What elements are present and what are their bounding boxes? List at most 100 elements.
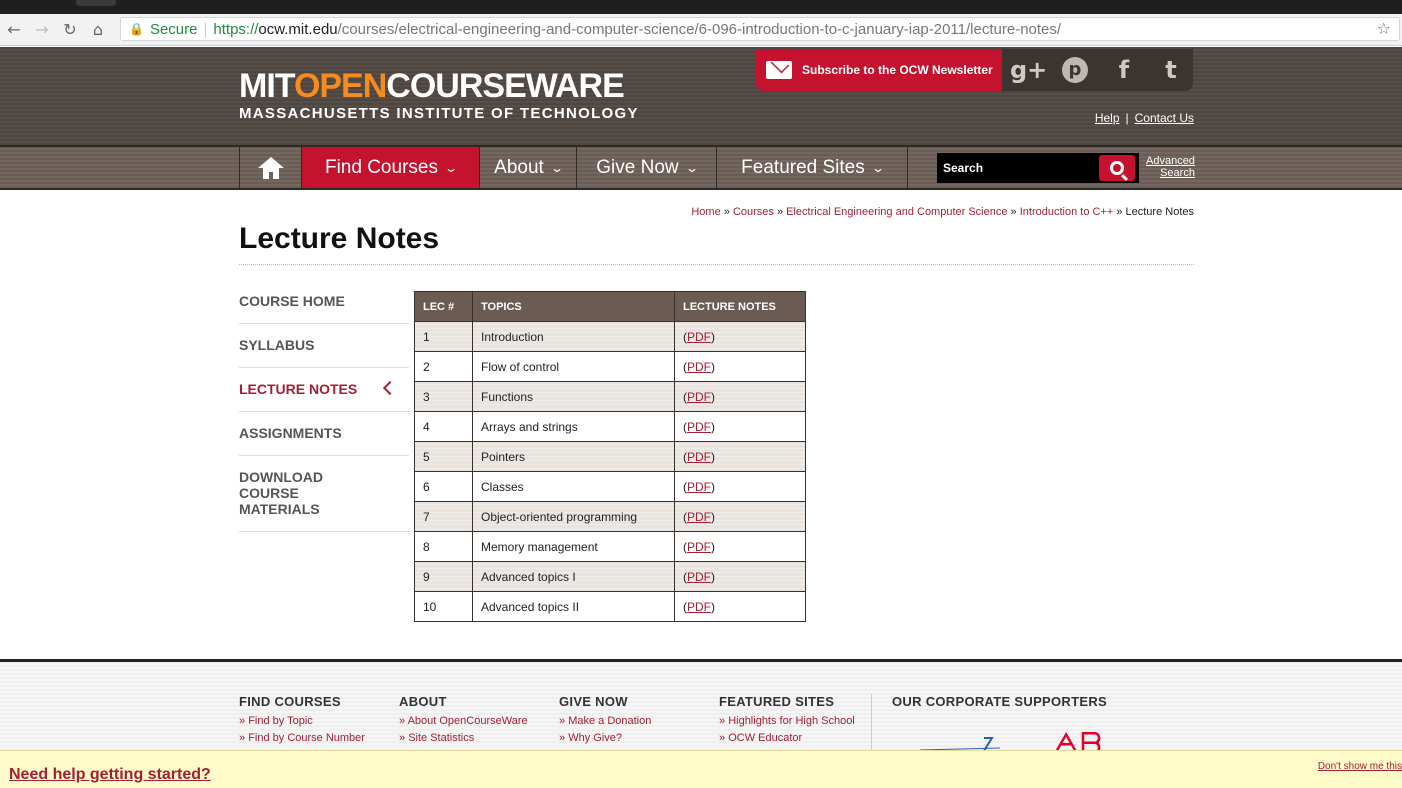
main-nav: Find Courses ⌄ About ⌄ Give Now ⌄ Featured … [0,145,1402,190]
help-link[interactable]: Help [1095,111,1120,125]
address-separator: | [203,20,208,38]
footer-link[interactable]: » Find by Course Number [239,730,365,747]
breadcrumb-department[interactable]: Electrical Engineering and Computer Scie… [786,206,1007,218]
pdf-link[interactable]: PDF [687,540,711,554]
col-header-topics: TOPICS [472,291,675,322]
nav-find-courses[interactable]: Find Courses ⌄ [301,147,479,188]
table-row: 4 Arrays and strings (PDF) [414,411,806,442]
contact-us-link[interactable]: Contact Us [1135,111,1194,125]
nav-featured-sites[interactable]: Featured Sites ⌄ [716,147,908,188]
nav-about[interactable]: About ⌄ [479,147,576,188]
search-input[interactable] [937,161,1097,175]
lec-number: 3 [414,381,473,412]
lec-topic: Arrays and strings [472,411,675,442]
table-row: 1 Introduction (PDF) [414,321,806,352]
table-header-row: LEC # TOPICS LECTURE NOTES [414,291,806,322]
sidenav-lecture-notes-label: LECTURE NOTES [239,381,358,397]
sidenav-course-home[interactable]: COURSE HOME [239,280,409,324]
lec-topic: Pointers [472,441,675,472]
pdf-link[interactable]: PDF [687,390,711,404]
lec-notes-cell: (PDF) [674,531,806,562]
lec-notes-cell: (PDF) [674,441,806,472]
home-icon [257,156,284,179]
footer-link[interactable]: » Site Statistics [399,730,528,747]
lec-notes-cell: (PDF) [674,321,806,352]
lec-topic: Introduction [472,321,675,352]
reload-icon[interactable]: ↻ [56,20,84,39]
pdf-link[interactable]: PDF [687,510,711,524]
footer-heading: ABOUT [399,694,447,709]
pdf-link[interactable]: PDF [687,570,711,584]
table-row: 5 Pointers (PDF) [414,441,806,472]
lec-topic: Flow of control [472,351,675,382]
mail-icon [766,61,792,79]
pdf-link[interactable]: PDF [687,360,711,374]
lec-notes-cell: (PDF) [674,591,806,622]
sidenav-assignments[interactable]: ASSIGNMENTS [239,412,409,456]
advanced-search-link[interactable]: Advanced Search [1146,155,1195,179]
pinterest-icon[interactable]: p [1062,57,1088,83]
sidenav-syllabus[interactable]: SYLLABUS [239,324,409,368]
footer-link[interactable]: » Find by Topic [239,713,365,730]
lec-topic: Advanced topics II [472,591,675,622]
nav-home-button[interactable] [239,147,301,188]
lec-number: 7 [414,501,473,532]
breadcrumb: Home » Courses » Electrical Engineering … [691,206,1194,218]
title-divider [239,264,1194,265]
footer-link[interactable]: » Make a Donation [559,713,651,730]
breadcrumb-courses[interactable]: Courses [733,206,774,218]
twitter-icon[interactable]: t [1156,55,1186,85]
forward-arrow-icon[interactable]: → [28,20,56,39]
footer-link[interactable]: » Why Give? [559,730,651,747]
subscribe-button[interactable]: Subscribe to the OCW Newsletter [756,49,1002,91]
site-header: MITOPENCOURSEWARE MASSACHUSETTS INSTITUT… [0,47,1402,145]
breadcrumb-home[interactable]: Home [691,206,720,218]
lec-topic: Advanced topics I [472,561,675,592]
breadcrumb-course[interactable]: Introduction to C++ [1020,206,1114,218]
logo-courseware: COURSEWARE [386,67,624,105]
browser-tab[interactable] [76,0,116,6]
lec-notes-cell: (PDF) [674,381,806,412]
lec-number: 10 [414,591,473,622]
table-row: 2 Flow of control (PDF) [414,351,806,382]
footer-link[interactable]: » About OpenCourseWare [399,713,528,730]
nav-find-courses-label: Find Courses [324,156,438,178]
pdf-link[interactable]: PDF [687,450,711,464]
table-row: 7 Object-oriented programming (PDF) [414,501,806,532]
chevron-left-icon [382,380,398,396]
nav-give-now[interactable]: Give Now ⌄ [576,147,716,188]
ocw-logo[interactable]: MITOPENCOURSEWARE MASSACHUSETTS INSTITUT… [239,69,639,122]
page-title: Lecture Notes [239,222,440,255]
footer-supporters: OUR CORPORATE SUPPORTERS [892,694,1107,713]
help-getting-started-link[interactable]: Need help getting started? [9,766,211,784]
pdf-link[interactable]: PDF [687,480,711,494]
help-banner: Need help getting started? Don't show me… [0,750,1402,788]
pdf-link[interactable]: PDF [687,420,711,434]
pdf-link[interactable]: PDF [687,330,711,344]
facebook-icon[interactable]: f [1109,55,1139,85]
search-icon [1110,161,1124,175]
table-row: 9 Advanced topics I (PDF) [414,561,806,592]
table-row: 10 Advanced topics II (PDF) [414,591,806,622]
col-header-lec: LEC # [414,291,473,322]
footer-featured-sites: FEATURED SITES » Highlights for High Sch… [719,694,855,747]
footer-link[interactable]: » OCW Educator [719,730,855,747]
dismiss-help-link[interactable]: Don't show me this [1318,761,1402,772]
pdf-link[interactable]: PDF [687,600,711,614]
sidenav-download-course-materials[interactable]: DOWNLOAD COURSE MATERIALS [239,456,409,532]
lec-notes-cell: (PDF) [674,501,806,532]
back-arrow-icon[interactable]: ← [0,20,28,39]
browser-home-icon[interactable]: ⌂ [84,20,112,39]
address-bar[interactable]: 🔒 Secure | https://ocw.mit.edu/courses/e… [120,17,1400,41]
footer-link[interactable]: » Highlights for High School [719,713,855,730]
google-plus-icon[interactable]: g+ [1010,55,1047,85]
star-icon[interactable]: ☆ [1377,19,1391,38]
breadcrumb-current: Lecture Notes [1125,206,1194,218]
search-button[interactable] [1099,155,1135,181]
url-scheme: https:// [213,20,259,38]
secure-label: Secure [149,20,198,38]
nav-featured-sites-label: Featured Sites [741,156,865,178]
lec-number: 1 [414,321,473,352]
sidenav-lecture-notes[interactable]: LECTURE NOTES [239,368,409,412]
chevron-down-icon: ⌄ [443,160,459,175]
